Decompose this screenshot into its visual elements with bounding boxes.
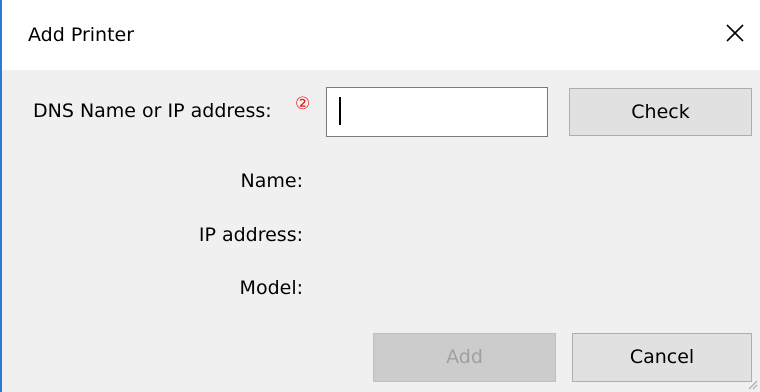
printer-name-label: Name: (240, 170, 303, 192)
add-printer-dialog: Add Printer DNS Name or IP address: ② ③ … (0, 0, 760, 392)
dns-name-label: DNS Name or IP address: (33, 100, 272, 122)
ip-address-label: IP address: (198, 224, 303, 246)
cancel-button[interactable]: Cancel (572, 333, 752, 382)
check-button[interactable]: Check (569, 88, 752, 136)
text-caret (339, 97, 341, 125)
resize-grip-icon[interactable] (746, 378, 758, 390)
annotation-marker-2: ② (295, 94, 311, 114)
dns-name-input[interactable] (326, 87, 548, 137)
model-label: Model: (239, 277, 303, 299)
close-icon (726, 24, 744, 42)
add-button[interactable]: Add (373, 333, 556, 382)
close-button[interactable] (710, 14, 760, 54)
title-bar: Add Printer (2, 0, 760, 70)
dialog-title: Add Printer (28, 24, 135, 46)
